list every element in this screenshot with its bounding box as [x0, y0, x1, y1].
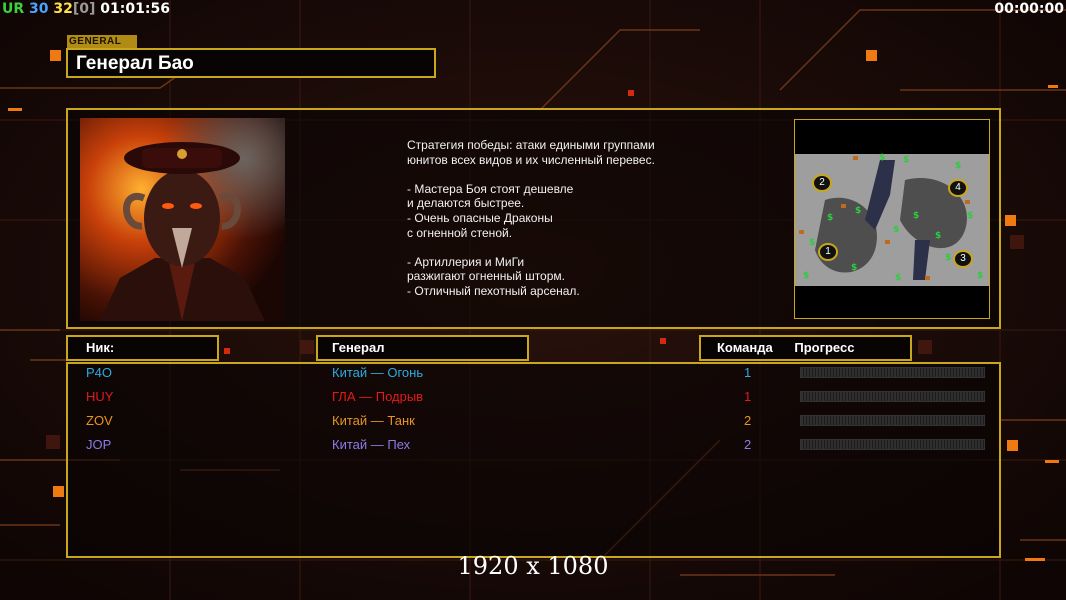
player-general: Китай — Танк [332, 413, 415, 428]
svg-text:$: $ [955, 161, 961, 171]
hud-bracket: [0] [72, 1, 96, 17]
general-tag: GENERAL [67, 35, 137, 48]
column-header-nick: Ник: [66, 335, 219, 361]
hud-value-1: 30 [29, 1, 49, 17]
general-description: Стратегия победы: атаки едиными группами… [407, 138, 655, 298]
svg-text:$: $ [935, 231, 941, 241]
svg-text:$: $ [827, 213, 833, 223]
nick-header-label: Ник: [86, 340, 115, 355]
start-position-2[interactable]: 2 [812, 174, 832, 192]
player-nick: P4O [86, 365, 113, 380]
general-portrait-image [80, 118, 285, 321]
svg-text:$: $ [903, 155, 909, 165]
player-progress-bar [800, 439, 985, 450]
svg-text:$: $ [879, 153, 885, 163]
svg-text:$: $ [851, 263, 857, 273]
ur-label: UR [2, 1, 25, 17]
player-team: 1 [744, 389, 752, 404]
svg-text:$: $ [809, 238, 815, 248]
player-team: 1 [744, 365, 752, 380]
general-title: Генерал Бао [66, 48, 436, 78]
hud-value-2: 32 [53, 1, 73, 17]
game-timer: 00:00:00 [994, 1, 1064, 17]
player-general: ГЛА — Подрыв [332, 389, 424, 404]
map-preview[interactable]: $ $ $ $ $ $ $ $ $ $ $ $ $ $ $ 2 4 1 3 [794, 119, 990, 319]
player-nick: ZOV [86, 413, 113, 428]
svg-text:$: $ [913, 211, 919, 221]
player-team: 2 [744, 413, 752, 428]
resolution-label: 1920 x 1080 [457, 552, 609, 580]
svg-text:$: $ [967, 211, 973, 221]
column-header-general: Генерал [316, 335, 529, 361]
svg-text:$: $ [945, 253, 951, 263]
start-position-1[interactable]: 1 [818, 243, 838, 261]
general-portrait [80, 118, 285, 321]
svg-text:$: $ [895, 273, 901, 283]
start-position-4[interactable]: 4 [948, 179, 968, 197]
progress-header-label: Прогресс [794, 340, 855, 355]
svg-text:$: $ [855, 206, 861, 216]
start-position-3[interactable]: 3 [953, 250, 973, 268]
player-general: Китай — Огонь [332, 365, 424, 380]
svg-text:$: $ [977, 271, 983, 281]
player-general: Китай — Пех [332, 437, 411, 452]
player-progress-bar [800, 391, 985, 402]
svg-text:$: $ [893, 225, 899, 235]
general-header-label: Генерал [332, 340, 385, 355]
map-preview-image: $ $ $ $ $ $ $ $ $ $ $ $ $ $ $ [795, 120, 989, 318]
player-progress-bar [800, 415, 985, 426]
column-header-team-progress: Команда Прогресс [699, 335, 912, 361]
player-nick: HUY [86, 389, 114, 404]
player-progress-bar [800, 367, 985, 378]
player-team: 2 [744, 437, 752, 452]
player-nick: JOP [86, 437, 112, 452]
svg-text:$: $ [803, 271, 809, 281]
team-header-label: Команда [717, 340, 773, 355]
hud-clock: 01:01:56 [100, 1, 170, 17]
fps-ping-hud: UR 30 32[0] 01:01:56 [2, 1, 170, 17]
